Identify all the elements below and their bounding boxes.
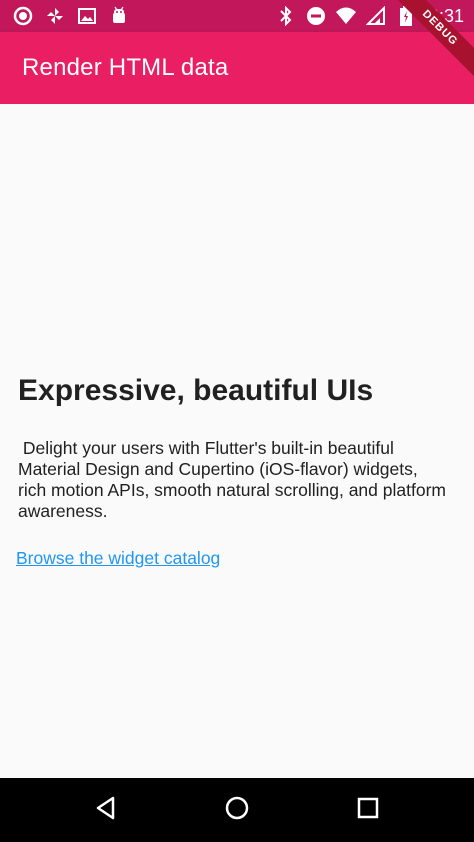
app-title: Render HTML data [22,54,229,81]
circle-icon [12,5,34,27]
do-not-disturb-icon [305,5,327,27]
navigation-bar [0,778,474,842]
image-icon [76,5,98,27]
screen: 9:31 Render HTML data DEBUG Expressive, … [0,0,474,842]
recents-button[interactable] [352,794,384,826]
back-button[interactable] [90,794,122,826]
recents-icon [356,796,380,825]
status-left-icons [12,4,130,28]
app-bar: Render HTML data [0,32,474,104]
back-icon [93,795,119,826]
signal-icon [365,5,387,27]
home-icon [224,795,250,826]
android-icon [108,5,130,27]
widget-catalog-link[interactable]: Browse the widget catalog [16,548,220,569]
home-button[interactable] [221,794,253,826]
pinwheel-icon [44,5,66,27]
body-paragraph: Delight your users with Flutter's built-… [18,438,451,521]
headline: Expressive, beautiful UIs [18,374,374,407]
wifi-icon [335,5,357,27]
html-content: Expressive, beautiful UIs Delight your u… [0,104,474,778]
bluetooth-icon [275,5,297,27]
